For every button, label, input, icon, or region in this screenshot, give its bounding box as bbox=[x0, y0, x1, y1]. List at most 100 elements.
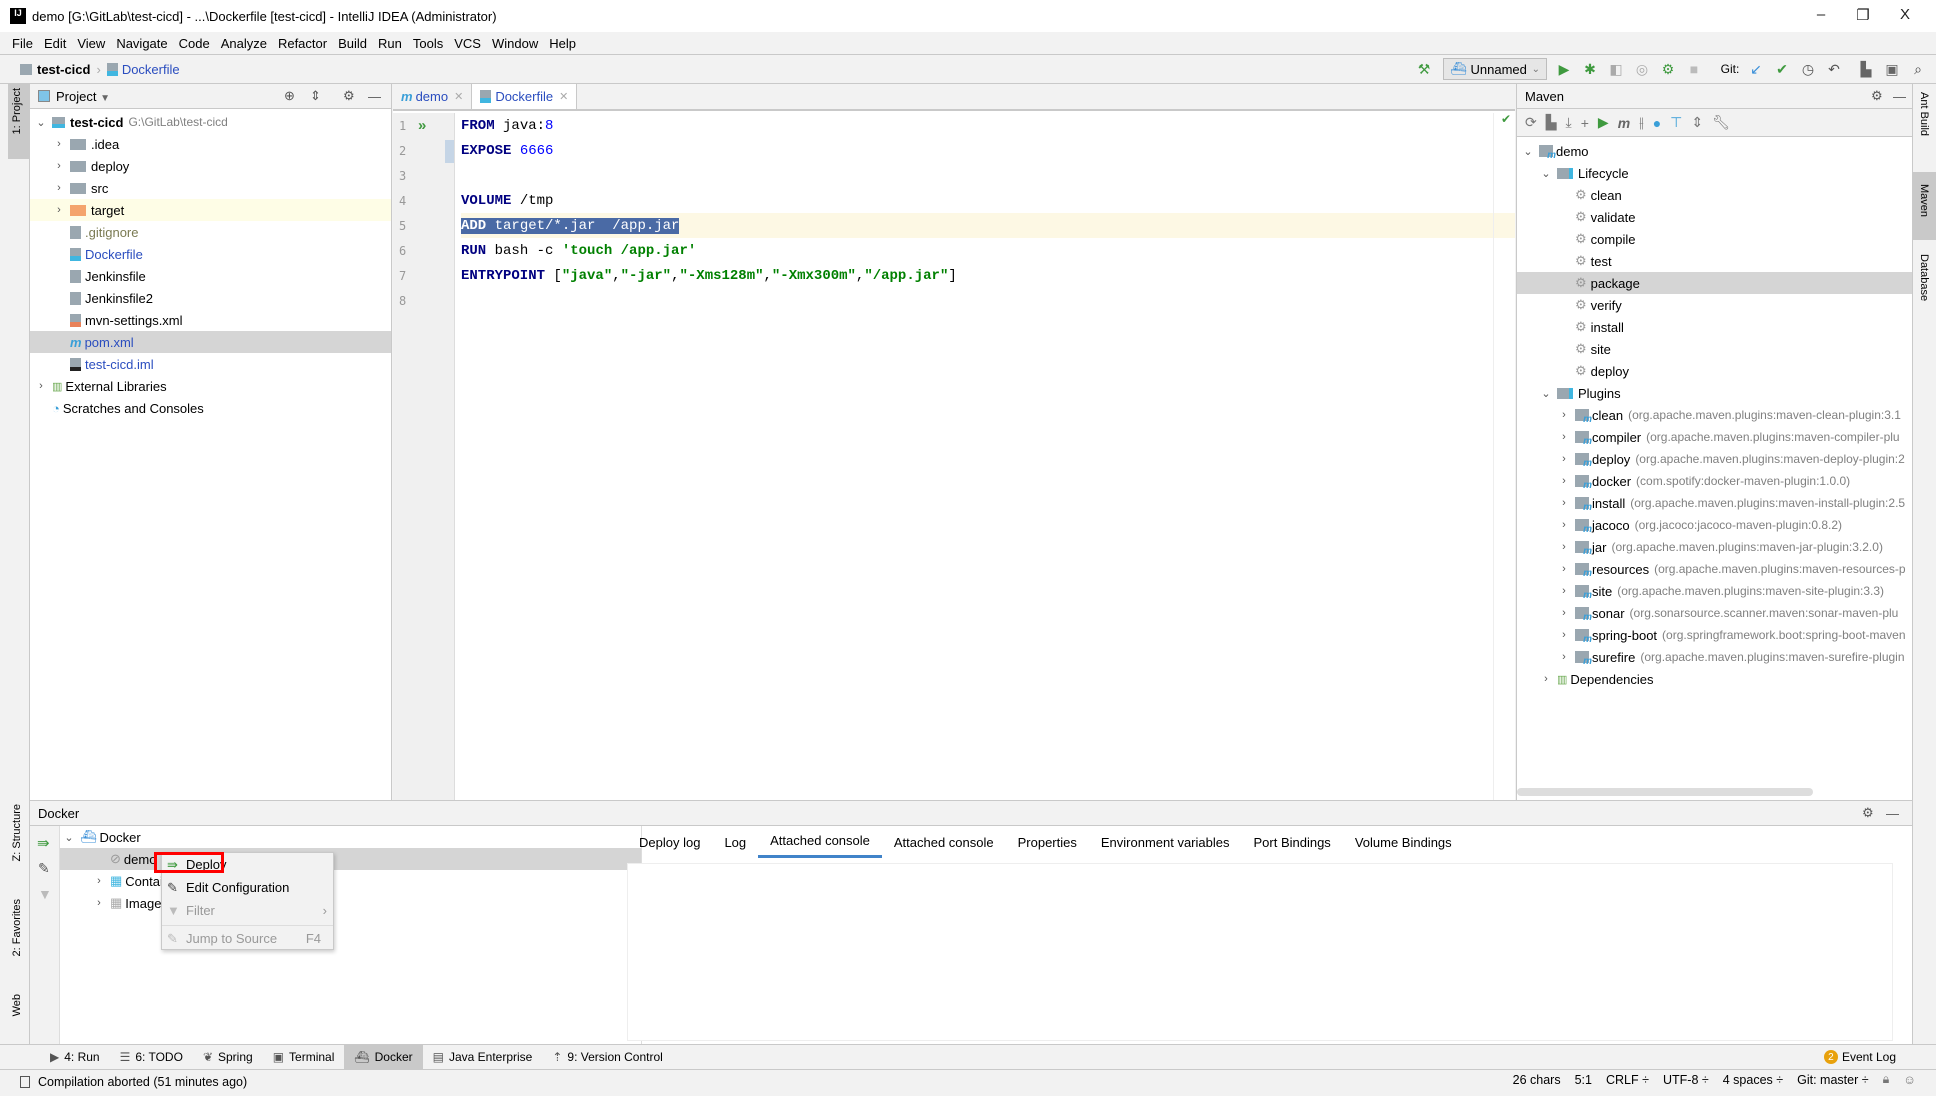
maven-tree-item[interactable]: ⚙ package bbox=[1517, 272, 1912, 294]
project-tree-item[interactable]: ◔ Scratches and Consoles bbox=[30, 397, 391, 419]
chevron-down-icon[interactable]: ⌄ bbox=[1521, 145, 1535, 158]
edit-icon[interactable]: ✎ bbox=[38, 860, 50, 877]
docker-tree-item[interactable]: › ▦ Contair bbox=[60, 870, 641, 892]
hide-panel-icon[interactable]: — bbox=[368, 89, 381, 104]
git-update-icon[interactable]: ↙ bbox=[1746, 58, 1766, 80]
chevron-right-icon[interactable]: › bbox=[92, 897, 106, 909]
indent-widget[interactable]: 4 spaces ÷ bbox=[1723, 1073, 1783, 1087]
docker-tab-attached-console[interactable]: Attached console bbox=[758, 826, 882, 858]
collapse-all-icon[interactable]: ⇕ bbox=[1691, 114, 1703, 131]
maven-tree-item[interactable]: ⚙ test bbox=[1517, 250, 1912, 272]
code-area[interactable]: FROM java: 8 EXPOSE 6666 VOLUME /tmp ADD tar… bbox=[461, 113, 1515, 313]
menu-help[interactable]: Help bbox=[549, 36, 576, 51]
chevron-right-icon[interactable]: › bbox=[1557, 585, 1571, 597]
close-tab-icon[interactable]: ✕ bbox=[559, 90, 568, 103]
maven-tree-item[interactable]: › docker (com.spotify:docker-maven-plugin:… bbox=[1517, 470, 1912, 492]
menu-code[interactable]: Code bbox=[179, 36, 210, 51]
attach-debugger-icon[interactable]: ⚙ bbox=[1658, 58, 1678, 80]
menu-item-edit-configuration[interactable]: ✎ Edit Configuration bbox=[162, 876, 333, 899]
download-icon[interactable]: ⤓ bbox=[1566, 114, 1572, 131]
tool-window-terminal[interactable]: ▣ Terminal bbox=[263, 1045, 345, 1069]
rollback-icon[interactable]: ↶ bbox=[1824, 58, 1844, 80]
tab-demo[interactable]: m demo ✕ bbox=[393, 84, 473, 109]
settings-gear-icon[interactable]: ⚙ bbox=[1871, 88, 1883, 104]
chevron-right-icon[interactable]: › bbox=[92, 875, 106, 887]
maven-tree-item[interactable]: › install (org.apache.maven.plugins:maven-… bbox=[1517, 492, 1912, 514]
chevron-right-icon[interactable]: › bbox=[1557, 519, 1571, 531]
menu-view[interactable]: View bbox=[77, 36, 105, 51]
tool-window-docker[interactable]: ⛴ Docker bbox=[344, 1045, 423, 1069]
tool-window--todo[interactable]: ☰ 6: TODO bbox=[110, 1045, 193, 1069]
code-line[interactable]: ADD target/*.jar /app.jar bbox=[461, 213, 1515, 238]
build-hammer-icon[interactable]: ⚒ bbox=[1414, 58, 1434, 80]
locate-icon[interactable]: ⊕ bbox=[284, 88, 295, 104]
chevron-right-icon[interactable]: › bbox=[52, 138, 66, 150]
run-gutter-icon[interactable]: » bbox=[418, 117, 426, 134]
project-tree-item[interactable]: test-cicd.iml bbox=[30, 353, 391, 375]
chevron-right-icon[interactable]: › bbox=[1557, 453, 1571, 465]
maven-tree-item[interactable]: ⌄ demo bbox=[1517, 140, 1912, 162]
project-tree-item[interactable]: Jenkinsfile bbox=[30, 265, 391, 287]
maven-tree-item[interactable]: › jacoco (org.jacoco:jacoco-maven-plugin:0… bbox=[1517, 514, 1912, 536]
add-icon[interactable]: + bbox=[1581, 115, 1589, 131]
project-tree-item[interactable]: › .idea bbox=[30, 133, 391, 155]
code-line[interactable]: FROM java: 8 bbox=[461, 113, 1515, 138]
menu-window[interactable]: Window bbox=[492, 36, 538, 51]
chevron-down-icon[interactable]: ⌄ bbox=[1539, 167, 1553, 180]
project-tree-item[interactable]: › deploy bbox=[30, 155, 391, 177]
menu-item-deploy[interactable]: ⇛ Deploy bbox=[154, 852, 333, 876]
project-view-dropdown[interactable]: Project ▼ bbox=[56, 89, 110, 104]
chevron-right-icon[interactable]: › bbox=[52, 160, 66, 172]
chevron-right-icon[interactable]: › bbox=[52, 204, 66, 216]
toggle-offline-icon[interactable]: ⫲ bbox=[1639, 114, 1644, 131]
profile-icon[interactable]: ◎ bbox=[1632, 58, 1652, 80]
maven-tree-item[interactable]: › sonar (org.sonarsource.scanner.maven:son… bbox=[1517, 602, 1912, 624]
maven-tree-item[interactable]: › spring-boot (org.springframework.boot:sp… bbox=[1517, 624, 1912, 646]
docker-tab-volume-bindings[interactable]: Volume Bindings bbox=[1343, 826, 1464, 858]
run-configuration-dropdown[interactable]: ⛴ Unnamed ⌄ bbox=[1443, 58, 1547, 80]
tool-window-spring[interactable]: ❦ Spring bbox=[193, 1045, 263, 1069]
reload-icon[interactable]: ⟳ bbox=[1525, 114, 1537, 131]
maven-tree-item[interactable]: › clean (org.apache.maven.plugins:maven-cl… bbox=[1517, 404, 1912, 426]
code-line[interactable] bbox=[461, 163, 1515, 188]
maven-tree-item[interactable]: ⌄ Plugins bbox=[1517, 382, 1912, 404]
chevron-right-icon[interactable]: › bbox=[1557, 475, 1571, 487]
structure-tool-button[interactable]: Z: Structure bbox=[11, 804, 23, 861]
tool-window--run[interactable]: ▶ 4: Run bbox=[40, 1045, 110, 1069]
code-line[interactable]: ENTRYPOINT ["java", "-jar", "-Xms128m", "-X… bbox=[461, 263, 1515, 288]
chevron-down-icon[interactable]: ⌄ bbox=[1539, 387, 1553, 400]
chevron-right-icon[interactable]: › bbox=[1557, 497, 1571, 509]
menu-tools[interactable]: Tools bbox=[413, 36, 443, 51]
filter-icon[interactable]: ▼ bbox=[38, 886, 52, 902]
maven-tree-item[interactable]: › surefire (org.apache.maven.plugins:maven… bbox=[1517, 646, 1912, 668]
code-line[interactable] bbox=[461, 288, 1515, 313]
chevron-right-icon[interactable]: › bbox=[34, 380, 48, 392]
chevron-right-icon[interactable]: › bbox=[1539, 673, 1553, 685]
project-tree-item[interactable]: mvn-settings.xml bbox=[30, 309, 391, 331]
minimize-button[interactable]: – bbox=[1806, 6, 1836, 23]
collapse-all-icon[interactable]: ⇕ bbox=[310, 88, 321, 104]
docker-tree-item[interactable]: › ▦ Images bbox=[60, 892, 641, 914]
chevron-right-icon[interactable]: › bbox=[1557, 629, 1571, 641]
project-tree-item[interactable]: › target bbox=[30, 199, 391, 221]
maven-tree-item[interactable]: ⚙ deploy bbox=[1517, 360, 1912, 382]
code-line[interactable]: EXPOSE 6666 bbox=[461, 138, 1515, 163]
breadcrumb-project[interactable]: test-cicd bbox=[20, 62, 90, 77]
maven-settings-wrench-icon[interactable]: 🔧︎ bbox=[1712, 114, 1730, 131]
chevron-right-icon[interactable]: › bbox=[1557, 607, 1571, 619]
encoding-widget[interactable]: UTF-8 ÷ bbox=[1663, 1073, 1709, 1087]
settings-gear-icon[interactable]: ⚙ bbox=[1862, 805, 1874, 821]
docker-tab-attached-console[interactable]: Attached console bbox=[882, 826, 1006, 858]
line-separator-widget[interactable]: CRLF ÷ bbox=[1606, 1073, 1649, 1087]
code-line[interactable]: RUN bash -c 'touch /app.jar' bbox=[461, 238, 1515, 263]
restore-button[interactable]: ❐ bbox=[1848, 6, 1878, 24]
menu-file[interactable]: File bbox=[12, 36, 33, 51]
git-commit-icon[interactable]: ✔ bbox=[1772, 58, 1792, 80]
run-icon[interactable]: ▶ bbox=[1598, 114, 1609, 131]
skip-tests-icon[interactable]: ● bbox=[1653, 115, 1661, 131]
menu-edit[interactable]: Edit bbox=[44, 36, 66, 51]
menu-navigate[interactable]: Navigate bbox=[116, 36, 167, 51]
project-tree-item[interactable]: .gitignore bbox=[30, 221, 391, 243]
project-tree-item[interactable]: › src bbox=[30, 177, 391, 199]
maven-tree-item[interactable]: ⚙ verify bbox=[1517, 294, 1912, 316]
